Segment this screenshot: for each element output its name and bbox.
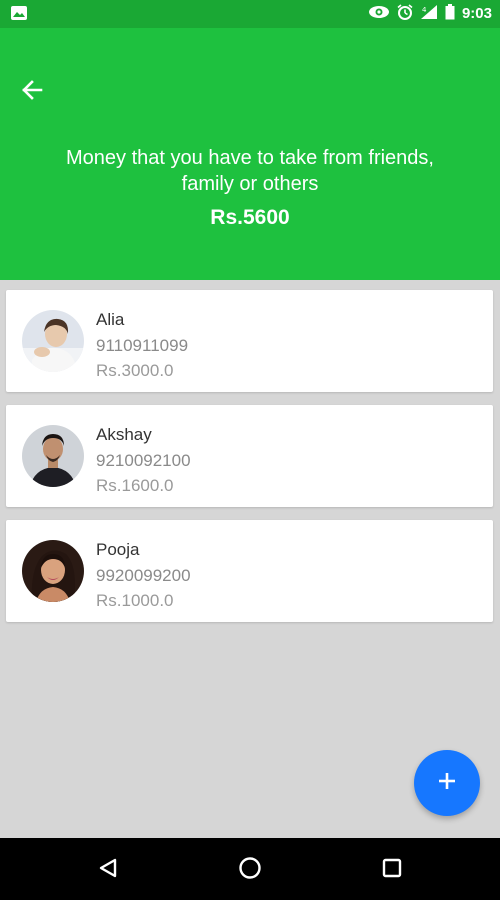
status-icons: 4 9:03 [368,3,492,25]
contact-amount: Rs.1600.0 [96,476,174,495]
contact-card-pooja[interactable]: Pooja 9920099200 Rs.1000.0 [6,520,493,622]
contact-amount: Rs.3000.0 [96,361,174,380]
back-triangle-icon [97,857,119,884]
alarm-icon [397,3,413,25]
avatar [22,310,84,372]
contact-phone: 9210092100 [96,451,191,470]
back-button[interactable] [14,74,50,110]
contact-phone: 9110911099 [96,336,189,355]
home-circle-icon [238,856,262,885]
svg-text:4: 4 [422,6,427,14]
contact-name: Pooja [96,540,140,559]
nav-recents-button[interactable] [376,854,408,886]
arrow-left-icon [21,79,43,106]
contact-phone: 9920099200 [96,566,191,585]
contact-card-alia[interactable]: Alia 9110911099 Rs.3000.0 [6,290,493,392]
header-title: Money that you have to take from friends… [66,147,434,195]
status-time: 9:03 [461,5,492,22]
total-amount: Rs.5600 [210,206,290,229]
nav-back-button[interactable] [92,854,124,886]
image-notification-icon [10,5,28,21]
plus-icon [437,771,457,796]
app-screen: 4 9:03 Money that you have to take from … [0,0,500,900]
contact-name: Akshay [96,425,152,444]
battery-icon [445,3,455,25]
contact-amount: Rs.1000.0 [96,591,174,610]
nav-home-button[interactable] [234,854,266,886]
status-bar: 4 9:03 [0,0,500,28]
header: Money that you have to take from friends… [0,28,500,280]
eye-icon [368,5,390,24]
avatar [22,425,84,487]
signal-icon: 4 [420,4,438,25]
navigation-bar [0,838,500,900]
contact-name: Alia [96,310,125,329]
recents-square-icon [381,857,403,884]
avatar [22,540,84,602]
add-contact-button[interactable] [414,750,480,816]
contact-card-akshay[interactable]: Akshay 9210092100 Rs.1600.0 [6,405,493,507]
